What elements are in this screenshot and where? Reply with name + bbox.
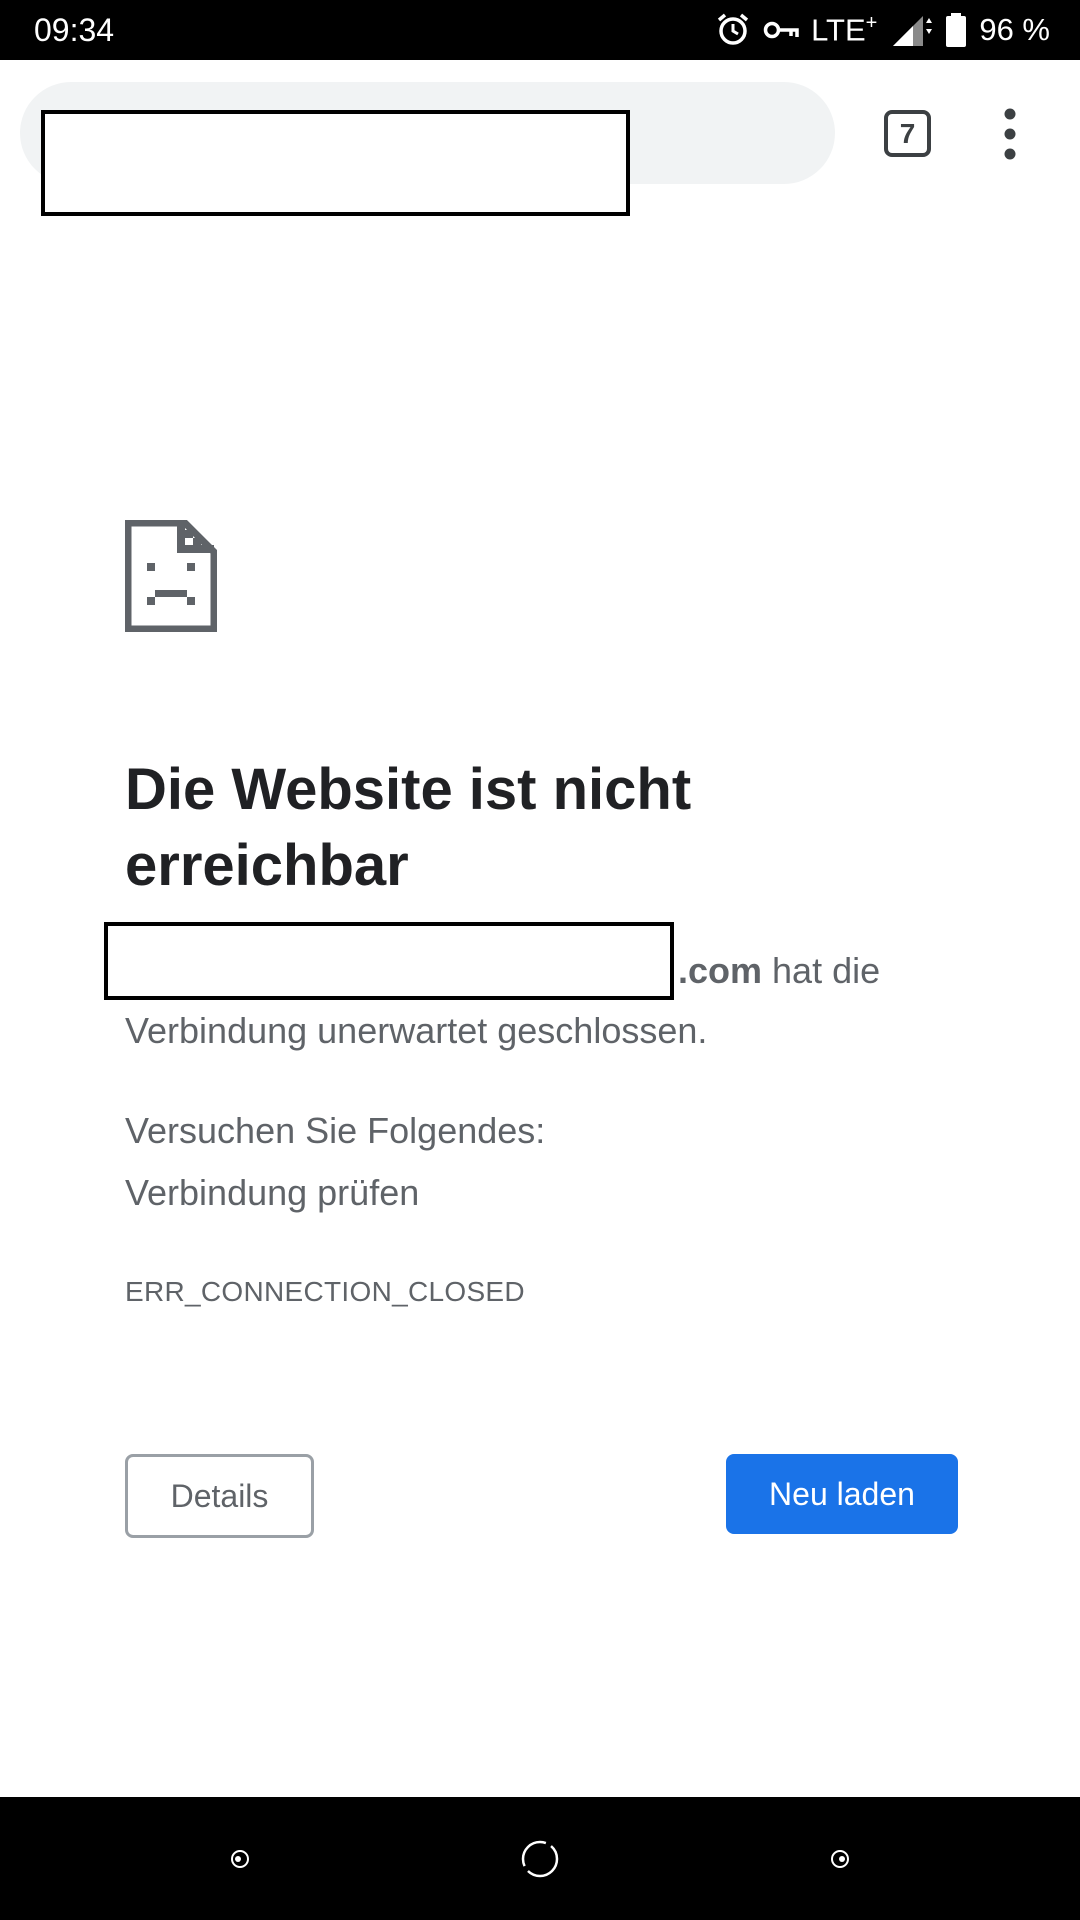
reload-button[interactable]: Neu laden	[726, 1454, 958, 1534]
tab-switcher-button[interactable]: 7	[884, 110, 931, 157]
tab-count: 7	[899, 117, 916, 149]
domain-redaction	[104, 922, 674, 1000]
home-icon	[521, 1840, 559, 1878]
status-bar: 09:34 LTE+ 96 %	[0, 0, 1080, 60]
network-type: LTE+	[811, 11, 878, 48]
details-button[interactable]: Details	[125, 1454, 314, 1538]
vpn-key-icon	[763, 21, 799, 39]
back-icon	[231, 1850, 249, 1868]
recents-icon	[831, 1850, 849, 1868]
sad-document-icon	[125, 520, 217, 632]
suggestion-item: Verbindung prüfen	[125, 1172, 420, 1213]
suggestions-heading: Versuchen Sie Folgendes:	[125, 1110, 546, 1151]
battery-percent: 96 %	[979, 12, 1050, 47]
home-button[interactable]	[518, 1837, 562, 1881]
domain-suffix: .com	[678, 950, 763, 991]
navigation-bar	[0, 1797, 1080, 1920]
error-title: Die Website ist nicht erreichbar	[125, 757, 692, 898]
url-redaction	[41, 110, 630, 216]
status-time: 09:34	[34, 12, 115, 48]
error-description-line1: .com hat die	[678, 946, 880, 996]
network-label: LTE	[811, 12, 866, 48]
more-vert-icon[interactable]	[990, 106, 1030, 162]
error-description-line2: Verbindung unerwartet geschlossen.	[125, 1010, 708, 1051]
browser-toolbar: 7	[0, 60, 1080, 216]
signal-icon	[893, 16, 933, 46]
alarm-icon	[717, 13, 749, 45]
description-part1: hat die	[762, 950, 881, 991]
back-button[interactable]	[218, 1837, 262, 1881]
status-icons: LTE+ 96 %	[715, 10, 1050, 50]
error-code: ERR_CONNECTION_CLOSED	[125, 1276, 525, 1307]
recents-button[interactable]	[818, 1837, 862, 1881]
battery-icon	[946, 13, 967, 47]
